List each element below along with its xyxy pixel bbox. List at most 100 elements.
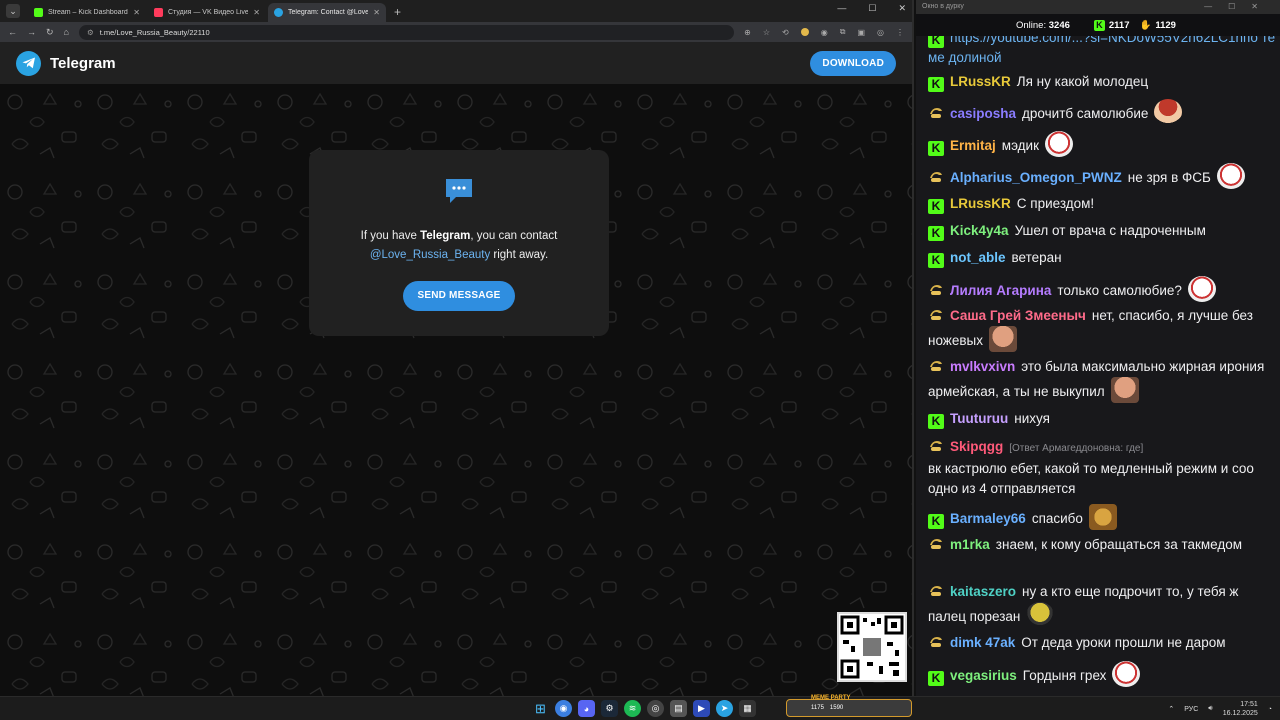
close-tab-icon[interactable]: ✕ <box>253 8 260 17</box>
new-tab-button[interactable]: + <box>394 5 401 19</box>
tab-title: Студия — VK Видео Live <box>168 9 249 16</box>
chat-username[interactable]: Ermitaj <box>950 138 996 153</box>
chat-message: Саша Грей Змееныч нет, спасибо, я лучше б… <box>928 306 1278 352</box>
chat-message: K Barmaley66 спасибо <box>928 504 1278 530</box>
chat-reply-reference: [Ответ Армагеддоновна: где] <box>1009 443 1144 454</box>
back-icon[interactable]: ← <box>8 27 17 37</box>
clock-time: 17:51 <box>1240 701 1258 708</box>
discord-icon[interactable]: ◕ <box>578 700 595 717</box>
chat-text: не зря в ФСБ <box>1127 170 1211 185</box>
profile-icon[interactable]: ◎ <box>877 28 884 37</box>
translate-icon[interactable]: ⊕ <box>744 28 751 37</box>
close-window-icon[interactable]: ✕ <box>898 3 906 14</box>
extension-1-icon[interactable]: ⟲ <box>782 28 789 37</box>
menu-dots-icon[interactable]: ⋮ <box>896 28 904 37</box>
extensions-puzzle-icon[interactable]: ⧉ <box>840 27 846 37</box>
address-bar[interactable]: ⚙ t.me/Love_Russia_Beauty/22110 <box>78 24 735 40</box>
chat-window-controls[interactable]: —☐✕ <box>1204 2 1274 11</box>
chat-message: K Ermitaj мэдик <box>928 131 1278 157</box>
media-player-icon[interactable]: ▶ <box>693 700 710 717</box>
chat-text: мэдик <box>1001 138 1039 153</box>
contact-text-bold: Telegram <box>420 230 471 242</box>
vk-hand-badge-icon <box>928 169 944 184</box>
spotify-icon[interactable]: ≋ <box>624 700 641 717</box>
extension-3-icon[interactable]: ◉ <box>821 28 828 37</box>
home-icon[interactable]: ⌂ <box>64 27 69 37</box>
chat-window: Окно в дурку —☐✕ Online: 3246 K 2117 ✋ 1… <box>916 0 1280 696</box>
kick-icon: K <box>1093 19 1105 31</box>
chat-username[interactable]: Barmaley66 <box>950 511 1026 526</box>
vk-hand-badge-icon <box>928 282 944 297</box>
chat-username[interactable]: LRussKR <box>950 74 1011 89</box>
clown-emote-icon <box>1216 163 1245 189</box>
tray-chevron-icon[interactable]: ⌃ <box>1168 705 1174 713</box>
kick-badge-icon: K <box>928 671 944 686</box>
volume-icon[interactable]: 🔊︎ <box>1208 705 1212 713</box>
meme-party-widget[interactable]: MEME PARTY 1175 1590 <box>786 695 912 717</box>
online-count: 3246 <box>1048 19 1070 31</box>
tab-title: Telegram: Contact @Love_Russ... <box>288 9 369 16</box>
send-message-button[interactable]: SEND MESSAGE <box>403 281 515 311</box>
contact-message: If you have Telegram, you can contact @L… <box>309 227 609 265</box>
close-tab-icon[interactable]: ✕ <box>133 8 140 17</box>
download-button[interactable]: DOWNLOAD <box>810 50 896 76</box>
chat-username[interactable]: kaitaszero <box>950 584 1016 599</box>
chat-message-list[interactable]: Khttps://youtube.com/...?si=NKDoW55V2n62… <box>916 36 1280 696</box>
bookmark-star-icon[interactable]: ☆ <box>763 28 770 37</box>
extension-2-icon[interactable] <box>800 28 809 36</box>
telegram-brand[interactable]: Telegram <box>50 55 116 72</box>
chat-window-title: Окно в дурку <box>922 3 964 10</box>
doodle-background: If you have Telegram, you can contact @L… <box>0 84 912 696</box>
contact-username-link[interactable]: @Love_Russia_Beauty <box>370 249 490 261</box>
chat-username[interactable]: Лилия Агарина <box>950 283 1051 298</box>
tab-title: Stream – Kick Dashboard <box>48 9 128 16</box>
chat-message: kaitaszero ну а кто еще подрочит то, у те… <box>928 582 1278 628</box>
clock[interactable]: 17:51 16.12.2025 <box>1223 700 1258 718</box>
tab-search-icon[interactable]: ⌄ <box>6 4 20 18</box>
chat-message: K LRussKR С приездом! <box>928 194 1278 214</box>
chat-username[interactable]: Tuuturuu <box>950 411 1008 426</box>
chat-username[interactable]: Alpharius_Omegon_PWNZ <box>950 170 1122 185</box>
clown-emote-icon <box>1187 276 1216 302</box>
site-info-icon[interactable]: ⚙ <box>87 28 94 37</box>
kick-count: 2117 <box>1108 19 1130 31</box>
chat-username[interactable]: not_able <box>950 250 1006 265</box>
tab-kick-dashboard[interactable]: Stream – Kick Dashboard ✕ <box>28 3 146 22</box>
windows-start-icon[interactable]: ⊞ <box>532 700 549 717</box>
tab-vk-studio[interactable]: Студия — VK Видео Live ✕ <box>148 3 266 22</box>
telegram-page: Telegram DOWNLOAD If you have Telegram, … <box>0 42 912 696</box>
notifications-icon[interactable]: ◔ <box>1268 706 1272 713</box>
steam-icon[interactable]: ⚙ <box>601 700 618 717</box>
forward-icon[interactable]: → <box>27 27 36 37</box>
chat-username[interactable]: LRussKR <box>950 196 1011 211</box>
browser-toolbar: ← → ↻ ⌂ ⚙ t.me/Love_Russia_Beauty/22110 … <box>0 22 912 42</box>
telegram-app-icon[interactable]: ➤ <box>716 700 733 717</box>
minimize-icon[interactable]: — <box>837 3 846 14</box>
contact-text-pre: If you have <box>360 230 421 242</box>
chrome-icon[interactable]: ◉ <box>555 700 572 717</box>
online-counter: Online: 3246 <box>1016 20 1070 31</box>
app-icon[interactable]: ▤ <box>670 700 687 717</box>
tab-telegram-contact[interactable]: Telegram: Contact @Love_Russ... ✕ <box>268 3 386 22</box>
sidebar-icon[interactable]: ▣ <box>857 28 865 37</box>
cat-emote-icon <box>1088 504 1117 530</box>
maximize-icon[interactable]: ☐ <box>868 3 876 14</box>
language-indicator[interactable]: РУС <box>1184 706 1198 713</box>
chat-username[interactable]: Саша Грей Змееныч <box>950 308 1086 323</box>
chat-text: https://youtube.com/...?si=NKDoW55V2n62L… <box>928 36 1276 65</box>
chat-username[interactable]: vegasirius <box>950 668 1017 683</box>
reload-icon[interactable]: ↻ <box>46 27 54 38</box>
chat-username[interactable]: mvlkvxivn <box>950 359 1015 374</box>
meme-party-title: MEME PARTY <box>811 695 851 701</box>
terminal-icon[interactable]: ▦ <box>739 700 756 717</box>
vk-hand-badge-icon <box>928 634 944 649</box>
close-tab-icon[interactable]: ✕ <box>373 8 380 17</box>
chat-username[interactable]: casiposha <box>950 106 1016 121</box>
telegram-logo-icon[interactable] <box>16 50 41 76</box>
chat-username[interactable]: dimk 47ak <box>950 635 1015 650</box>
chat-username[interactable]: Kick4y4a <box>950 223 1009 238</box>
chat-username[interactable]: m1rka <box>950 537 990 552</box>
system-tray: ⌃ РУС 🔊︎ 17:51 16.12.2025 ◔ <box>1168 700 1272 718</box>
chat-username[interactable]: Skipqgg <box>950 439 1003 454</box>
obs-icon[interactable]: ◎ <box>647 700 664 717</box>
